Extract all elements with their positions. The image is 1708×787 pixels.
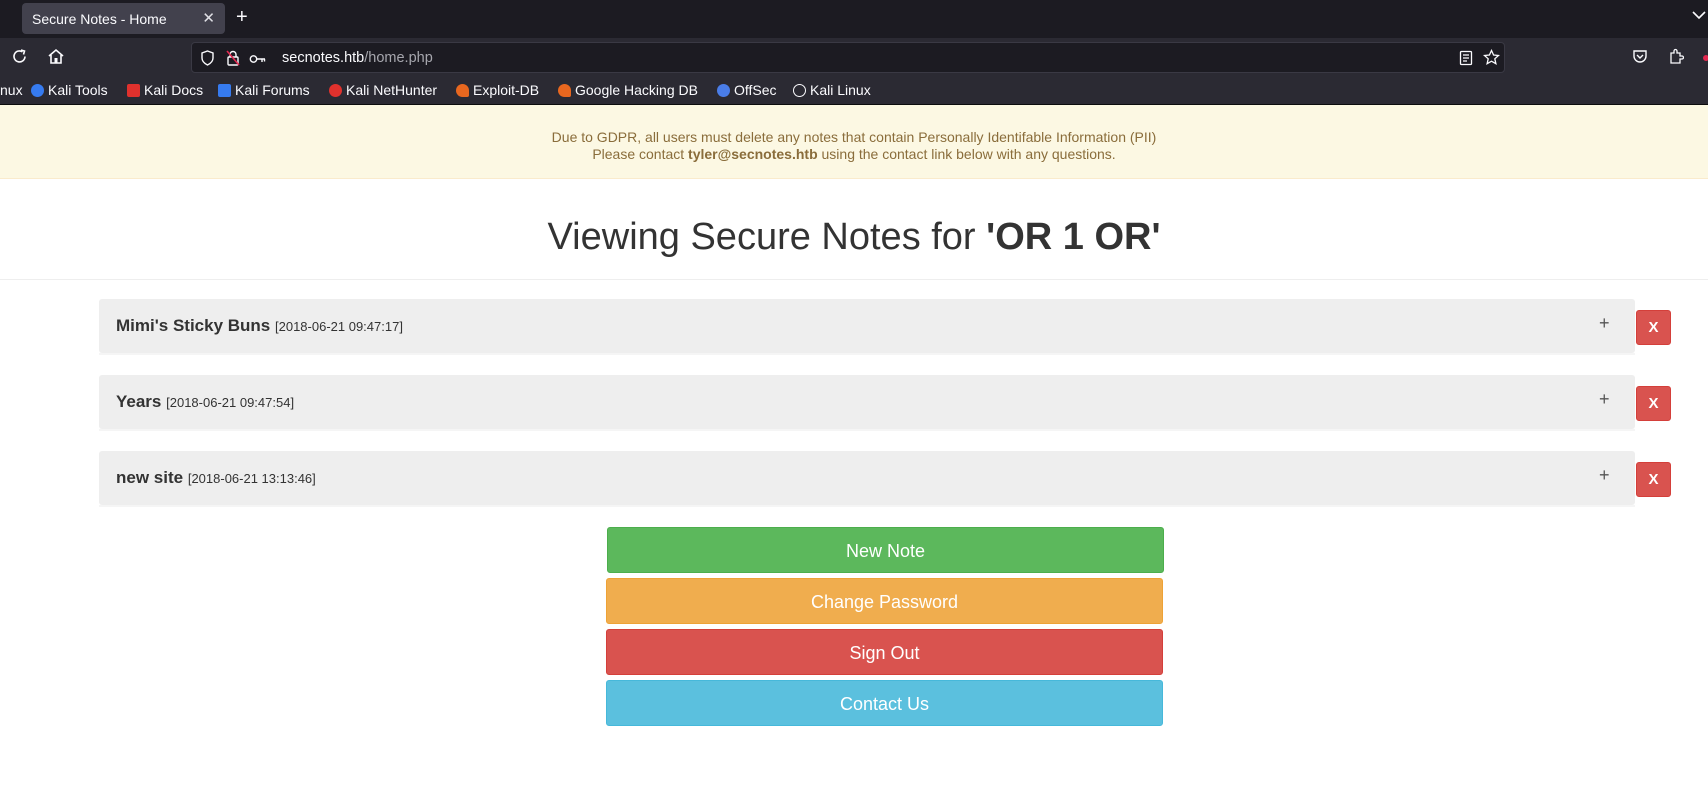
note-panel-divider <box>99 429 1635 431</box>
expand-note-icon[interactable]: + <box>1599 389 1610 410</box>
browser-tab-bar: Secure Notes - Home ✕ + <box>0 0 1708 38</box>
bookmark-label: Kali NetHunter <box>346 82 438 98</box>
kali-nethunter-icon <box>329 84 342 97</box>
expand-note-icon[interactable]: + <box>1599 313 1610 334</box>
extensions-icon[interactable] <box>1668 48 1685 70</box>
note-date: [2018-06-21 13:13:46] <box>187 471 316 486</box>
note-panel[interactable]: new site [2018-06-21 13:13:46] + <box>99 451 1635 505</box>
bookmark-label: Google Hacking DB <box>575 82 698 98</box>
gdpr-message: Due to GDPR, all users must delete any n… <box>551 129 1157 145</box>
sign-out-button[interactable]: Sign Out <box>606 629 1163 675</box>
bookmark-label: nux <box>0 82 23 98</box>
expand-note-icon[interactable]: + <box>1599 465 1610 486</box>
page-title: Viewing Secure Notes for 'OR 1 OR' <box>0 216 1708 259</box>
gdpr-contact-suffix: using the contact link below with any qu… <box>817 146 1116 162</box>
page-title-username: 'OR 1 OR' <box>986 216 1161 258</box>
contact-email: tyler@secnotes.htb <box>688 146 818 162</box>
page-header: Viewing Secure Notes for 'OR 1 OR' <box>0 180 1708 280</box>
note-title-text: new site <box>116 468 184 487</box>
url-text: secnotes.htb/home.php <box>282 50 433 66</box>
pocket-icon[interactable] <box>1632 49 1648 69</box>
offsec-icon <box>717 84 730 97</box>
delete-note-button[interactable]: X <box>1636 462 1671 497</box>
globe-icon <box>793 84 806 97</box>
google-hacking-db-icon <box>558 84 571 97</box>
delete-note-button[interactable]: X <box>1636 310 1671 345</box>
kali-docs-icon <box>127 84 140 97</box>
new-tab-icon[interactable]: + <box>236 6 248 29</box>
home-icon[interactable] <box>47 48 65 70</box>
note-title: new site [2018-06-21 13:13:46] <box>116 468 316 488</box>
kali-forums-icon <box>218 84 231 97</box>
gdpr-alert: Due to GDPR, all users must delete any n… <box>0 105 1708 179</box>
note-panel[interactable]: Years [2018-06-21 09:47:54] + <box>99 375 1635 429</box>
gdpr-contact-prefix: Please contact <box>592 146 689 162</box>
tracking-protection-shield-icon[interactable] <box>200 50 215 71</box>
note-date: [2018-06-21 09:47:17] <box>275 319 403 334</box>
exploit-db-icon <box>456 84 469 97</box>
close-tab-icon[interactable]: ✕ <box>202 9 215 27</box>
bookmark-kali-linux-partial[interactable]: nux <box>0 82 23 98</box>
page-title-prefix: Viewing Secure Notes for <box>547 216 987 258</box>
bookmark-label: Exploit-DB <box>473 82 540 98</box>
bookmark-label: Kali Docs <box>144 82 204 98</box>
address-bar[interactable]: secnotes.htb/home.php <box>191 42 1505 73</box>
bookmark-google-hacking-db[interactable]: Google Hacking DB <box>558 82 698 98</box>
bookmarks-toolbar: nux Kali Tools Kali Docs Kali Forums Kal… <box>0 78 1708 105</box>
bookmark-kali-forums[interactable]: Kali Forums <box>218 82 310 98</box>
bookmark-kali-linux[interactable]: Kali Linux <box>793 82 871 98</box>
bookmark-offsec[interactable]: OffSec <box>717 82 777 98</box>
note-panel-divider <box>99 353 1635 355</box>
tab-title: Secure Notes - Home <box>32 11 167 27</box>
overflow-menu-icon[interactable] <box>1700 50 1708 64</box>
note-title: Years [2018-06-21 09:47:54] <box>116 392 294 412</box>
url-path: /home.php <box>364 50 433 66</box>
bookmark-kali-tools[interactable]: Kali Tools <box>31 82 108 98</box>
browser-nav-bar: secnotes.htb/home.php <box>0 38 1708 78</box>
bookmark-star-icon[interactable] <box>1482 48 1501 71</box>
note-title-text: Years <box>116 392 162 411</box>
bookmark-label: Kali Linux <box>810 82 871 98</box>
note-panel-divider <box>99 505 1635 507</box>
note-title: Mimi's Sticky Buns [2018-06-21 09:47:17] <box>116 316 403 336</box>
browser-tab[interactable]: Secure Notes - Home ✕ <box>22 3 225 34</box>
bookmark-exploit-db[interactable]: Exploit-DB <box>456 82 539 98</box>
list-all-tabs-icon[interactable] <box>1692 8 1706 23</box>
reader-view-icon[interactable] <box>1459 50 1473 71</box>
change-password-button[interactable]: Change Password <box>606 578 1163 624</box>
new-note-button[interactable]: New Note <box>607 527 1164 573</box>
gdpr-contact-message: Please contact tyler@secnotes.htb using … <box>0 146 1708 162</box>
reload-icon[interactable] <box>11 48 28 70</box>
contact-us-button[interactable]: Contact Us <box>606 680 1163 726</box>
insecure-lock-icon[interactable] <box>226 50 240 71</box>
bookmark-label: OffSec <box>734 82 777 98</box>
bookmark-label: Kali Tools <box>48 82 108 98</box>
note-title-text: Mimi's Sticky Buns <box>116 316 271 335</box>
delete-note-button[interactable]: X <box>1636 386 1671 421</box>
bookmark-label: Kali Forums <box>235 82 310 98</box>
bookmark-kali-docs[interactable]: Kali Docs <box>127 82 203 98</box>
note-date: [2018-06-21 09:47:54] <box>166 395 295 410</box>
bookmark-kali-nethunter[interactable]: Kali NetHunter <box>329 82 437 98</box>
url-host: secnotes.htb <box>282 50 365 66</box>
note-panel[interactable]: Mimi's Sticky Buns [2018-06-21 09:47:17]… <box>99 299 1635 353</box>
key-icon[interactable] <box>249 52 267 70</box>
kali-tools-icon <box>31 84 44 97</box>
